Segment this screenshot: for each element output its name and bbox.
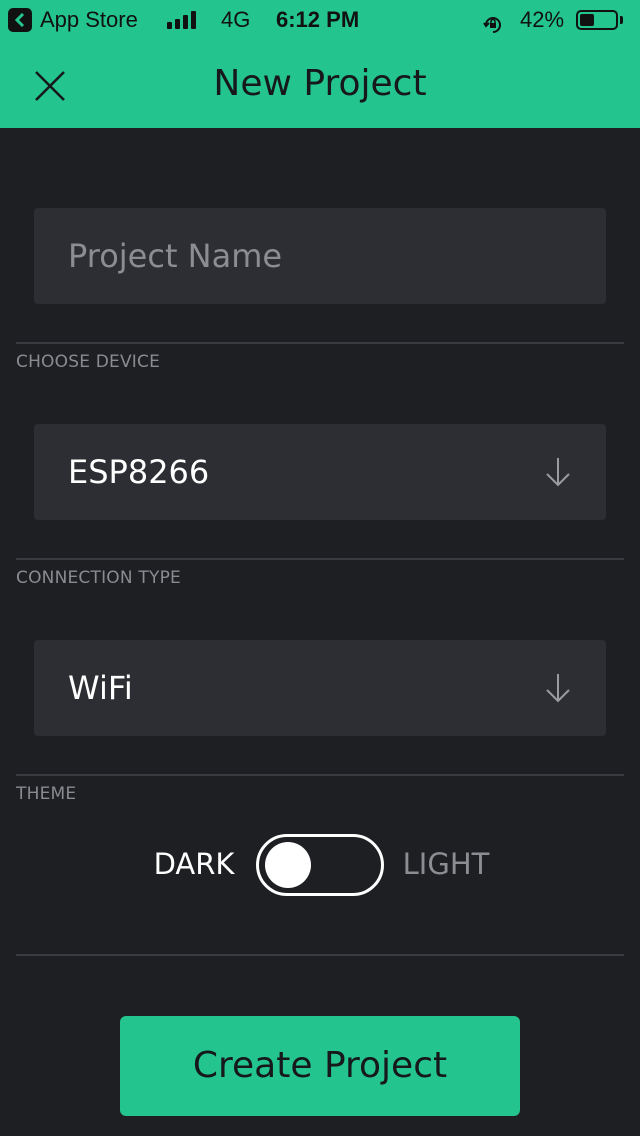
signal-strength-icon	[167, 11, 196, 29]
close-button[interactable]	[28, 64, 72, 108]
chevron-down-icon	[546, 458, 570, 487]
battery-icon	[576, 10, 618, 30]
network-type: 4G	[221, 7, 251, 32]
theme-label: THEME	[16, 784, 77, 804]
battery-nub	[620, 16, 623, 24]
back-to-app-button[interactable]	[8, 8, 32, 32]
theme-option-dark[interactable]: DARK	[130, 842, 258, 886]
page-title: New Project	[213, 63, 427, 104]
connection-value: WiFi	[68, 669, 133, 707]
toggle-knob	[265, 842, 311, 888]
chevron-left-icon	[14, 13, 25, 27]
divider	[16, 342, 624, 344]
battery-level	[580, 14, 594, 26]
divider	[16, 558, 624, 560]
project-name-field[interactable]	[34, 208, 606, 304]
back-app-label[interactable]: App Store	[40, 0, 138, 40]
device-select[interactable]: ESP8266	[34, 424, 606, 520]
battery-percent: 42%	[520, 7, 565, 32]
choose-device-label: CHOOSE DEVICE	[16, 352, 161, 372]
divider	[16, 954, 624, 956]
create-project-button[interactable]: Create Project	[120, 1016, 520, 1116]
nav-bar: New Project	[0, 40, 640, 128]
status-time: 6:12 PM	[276, 7, 360, 32]
connection-select[interactable]: WiFi	[34, 640, 606, 736]
connection-type-label: CONNECTION TYPE	[16, 568, 181, 588]
device-value: ESP8266	[68, 453, 210, 491]
divider	[16, 774, 624, 776]
chevron-down-icon	[546, 674, 570, 703]
project-name-input[interactable]	[34, 208, 606, 304]
theme-option-light[interactable]: LIGHT	[390, 842, 502, 886]
status-bar: App Store 4G 6:12 PM 42%	[0, 0, 640, 40]
close-icon	[35, 71, 65, 101]
rotation-lock-icon	[482, 9, 504, 33]
theme-toggle[interactable]	[256, 834, 384, 896]
